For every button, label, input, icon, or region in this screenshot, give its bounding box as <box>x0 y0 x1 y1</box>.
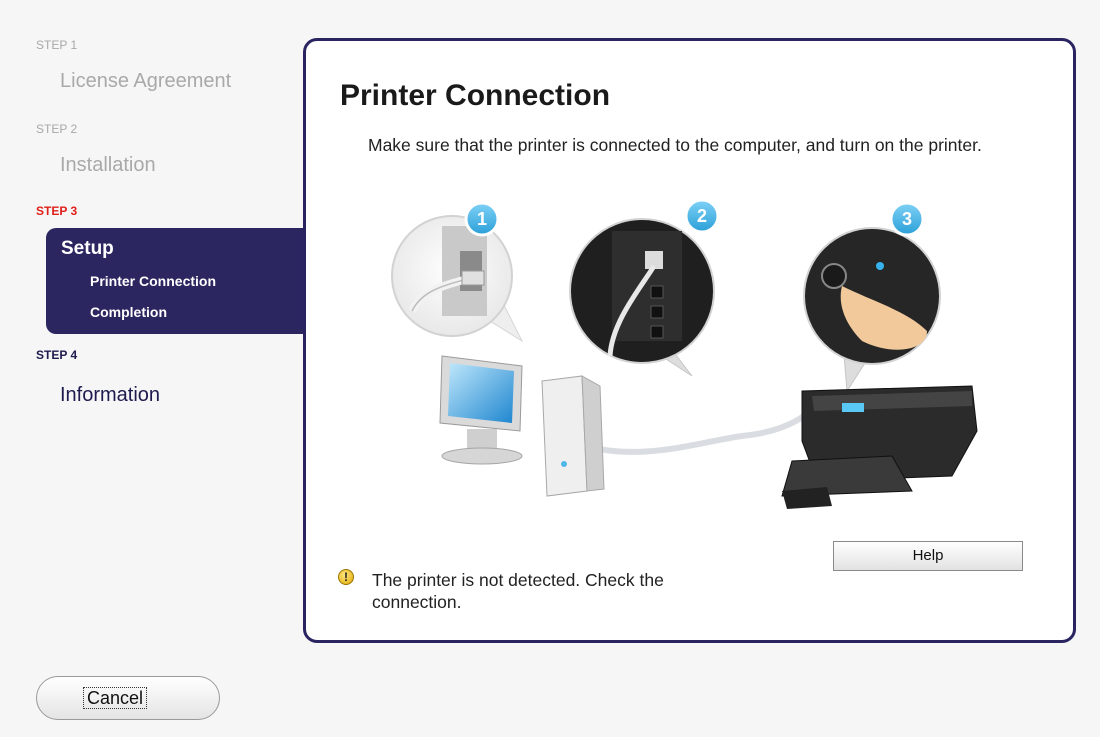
printer-icon <box>781 385 978 509</box>
cancel-label: Cancel <box>83 687 148 709</box>
step-badge-1-label: 1 <box>477 209 487 229</box>
help-button[interactable]: Help <box>833 541 1023 571</box>
step3-title: Setup <box>61 238 114 259</box>
step-badge-2-label: 2 <box>697 206 707 226</box>
step3-label: STEP 3 <box>36 204 78 218</box>
current-step-box: Setup Printer Connection Completion <box>46 228 308 334</box>
step-badge-3: 3 <box>889 201 925 237</box>
main-panel: Printer Connection Make sure that the pr… <box>303 38 1076 643</box>
substep-printer-connection: Printer Connection <box>90 273 217 289</box>
step-badge-2: 2 <box>684 198 720 234</box>
step4-title: Information <box>60 384 161 406</box>
step1-title: License Agreement <box>60 70 232 92</box>
zoom-usb-port-icon <box>391 215 524 343</box>
page-title: Printer Connection <box>340 79 611 112</box>
zoom-power-button-icon <box>803 227 941 393</box>
step-badge-3-label: 3 <box>902 209 912 229</box>
instruction-text: Make sure that the printer is connected … <box>368 135 982 155</box>
warning-icon: ! <box>338 569 354 585</box>
step4-label: STEP 4 <box>36 348 78 362</box>
substep-completion: Completion <box>90 304 167 320</box>
computer-icon <box>439 355 605 497</box>
step2-title: Installation <box>60 154 156 176</box>
zoom-printer-port-icon <box>569 218 715 377</box>
cancel-button[interactable]: Cancel <box>36 676 220 720</box>
usb-cable-icon <box>570 405 815 455</box>
step2-label: STEP 2 <box>36 122 78 136</box>
setup-steps-sidebar: STEP 1 License Agreement STEP 2 Installa… <box>0 0 308 737</box>
warning-message: The printer is not detected. Check the c… <box>372 570 664 612</box>
connection-illustration: 1 2 3 <box>391 198 978 509</box>
step-badge-1: 1 <box>464 201 500 237</box>
step1-label: STEP 1 <box>36 38 78 52</box>
